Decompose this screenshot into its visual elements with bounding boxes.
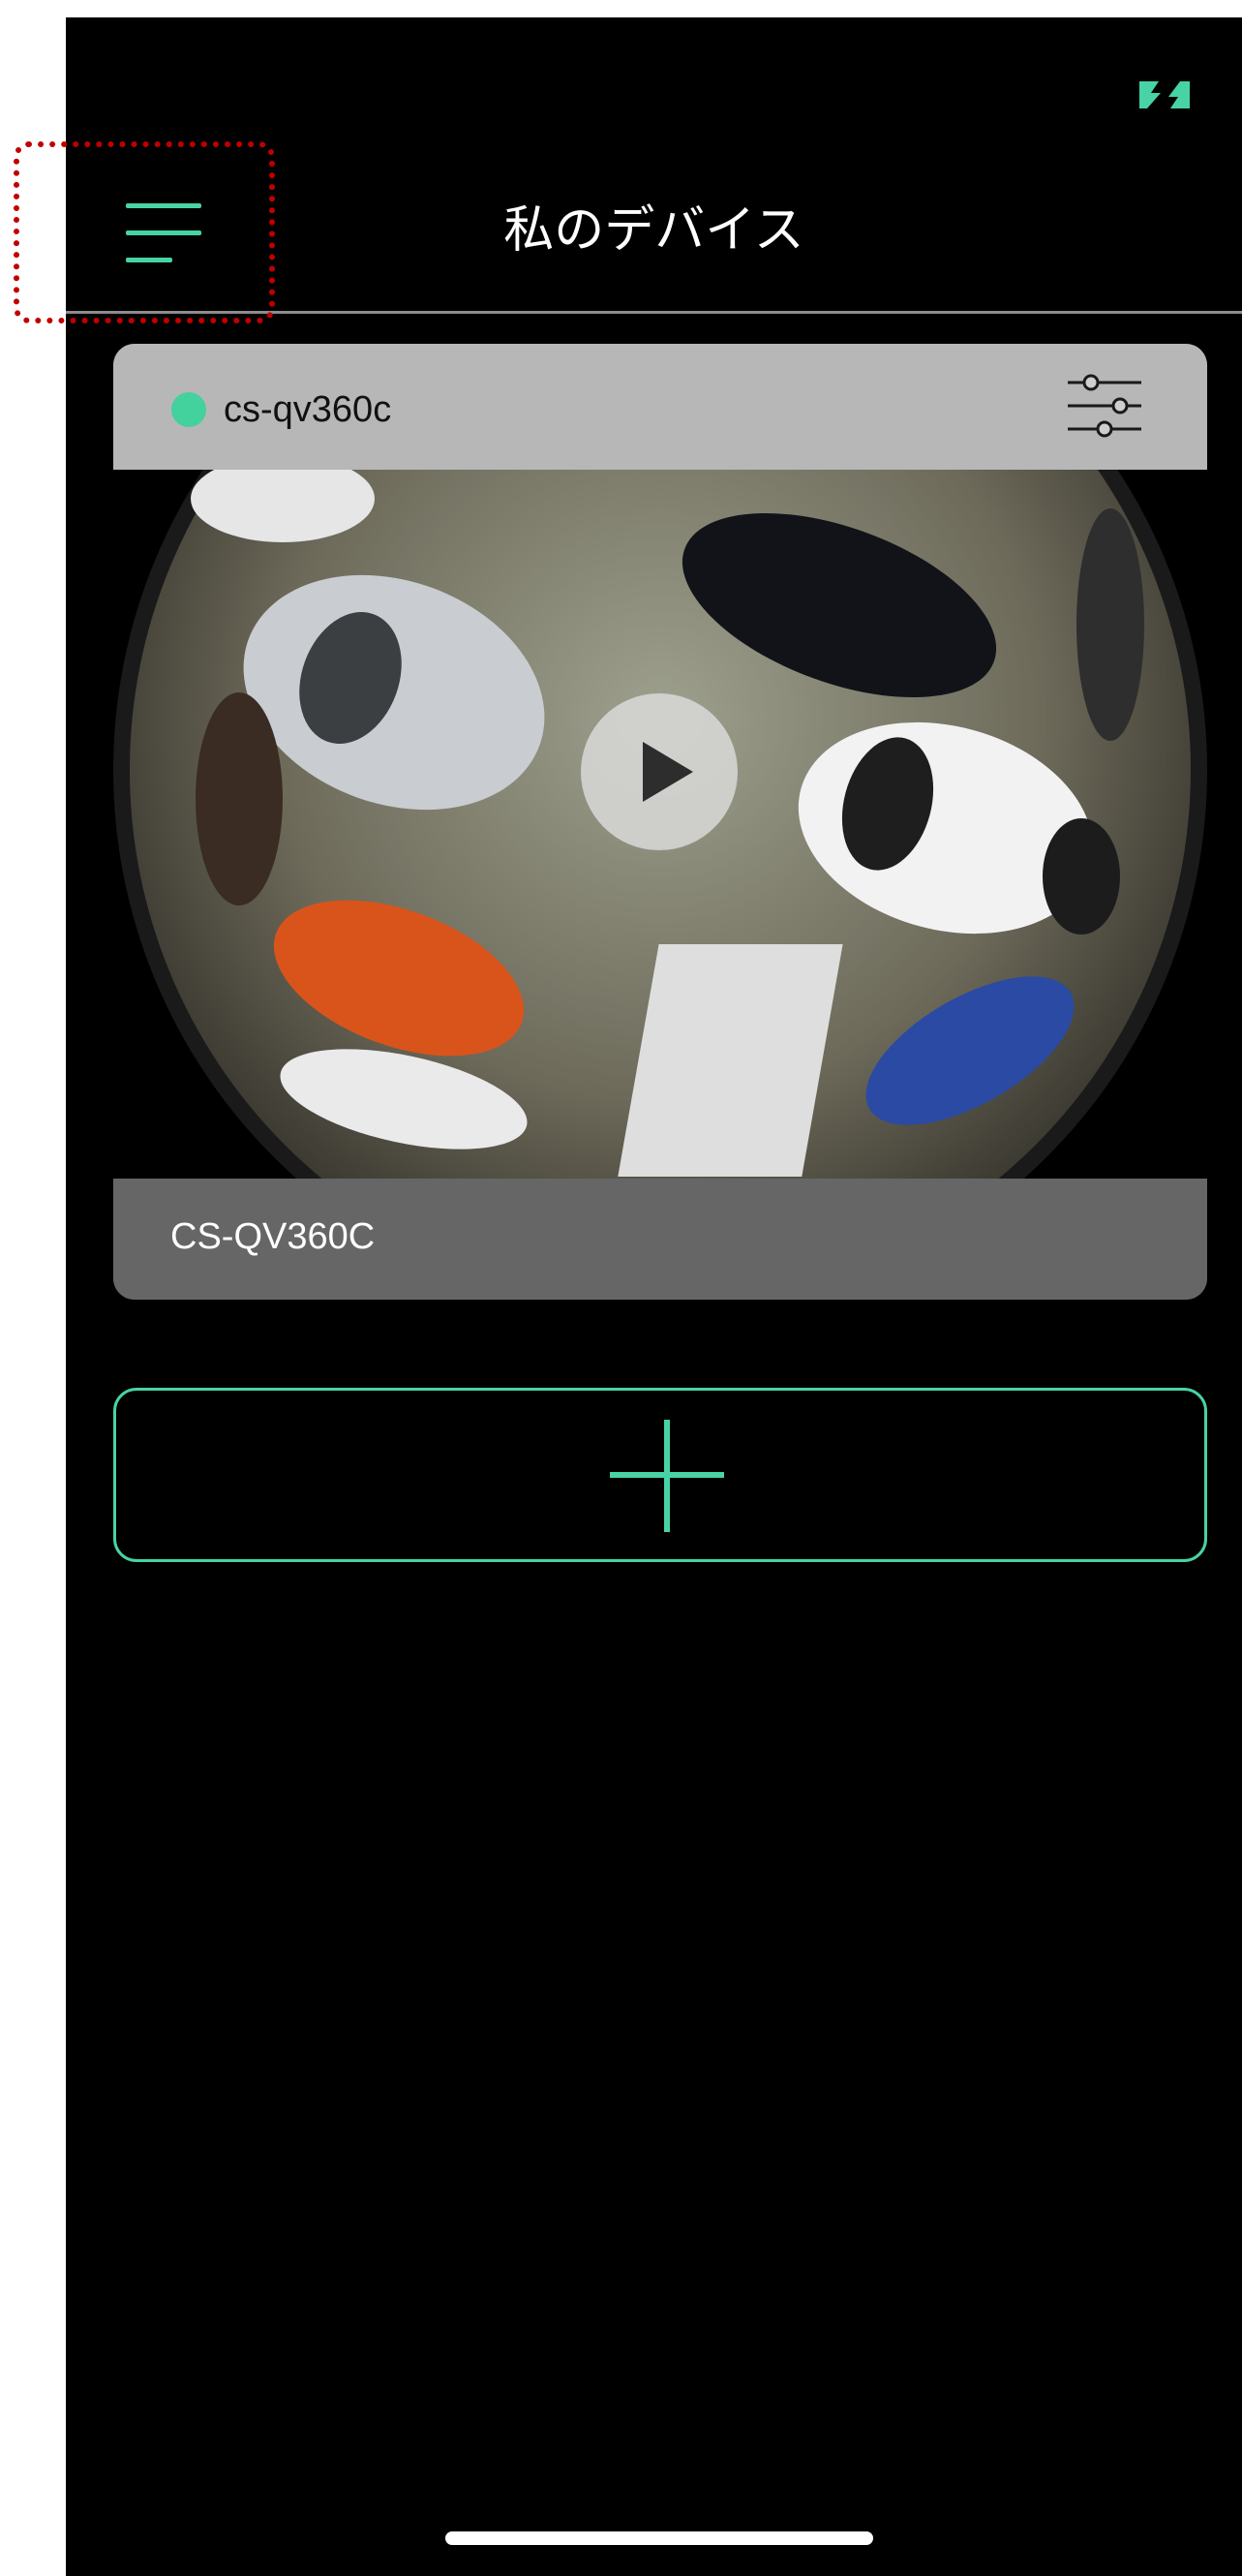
- play-button[interactable]: [581, 693, 738, 850]
- home-indicator[interactable]: [445, 2531, 873, 2545]
- device-card[interactable]: cs-qv360c CS-QV360C: [113, 344, 1207, 1300]
- card-header: cs-qv360c: [113, 344, 1207, 470]
- device-name-label: CS-QV360C: [170, 1216, 376, 1257]
- menu-highlight-annotation: [14, 141, 275, 323]
- device-settings-button[interactable]: [1066, 369, 1143, 446]
- play-icon: [643, 742, 693, 802]
- app-screen: 私のデバイス cs-qv360c CS-QV360C: [66, 17, 1242, 2576]
- online-status-dot: [171, 392, 206, 427]
- sliders-icon: [1068, 374, 1141, 438]
- battery-charging-icon: [1137, 77, 1192, 112]
- card-footer: CS-QV360C: [113, 1179, 1207, 1300]
- add-device-button[interactable]: [113, 1388, 1207, 1562]
- device-id-label: cs-qv360c: [224, 389, 392, 430]
- camera-preview[interactable]: [113, 470, 1207, 1179]
